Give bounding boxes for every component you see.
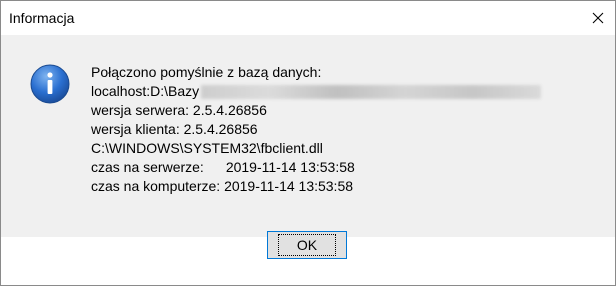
message-text: Połączono pomyślnie z bazą danych: local… [91,63,542,196]
client-time-label: czas na komputerze: [91,178,221,194]
message-line-client-version: wersja klienta: 2.5.4.26856 [91,121,258,137]
dialog-content: Połączono pomyślnie z bazą danych: local… [1,35,615,259]
server-time-value: 2019-11-14 13:53:58 [225,159,355,175]
message-line-connected: Połączono pomyślnie z bazą danych: [91,64,322,80]
dialog-window: Informacja Połączono pomyślnie z bazą da… [0,0,616,286]
dialog-title: Informacja [9,10,75,26]
message-line-client-time: czas na komputerze: 2019-11-14 13:53:58 [91,177,541,196]
ok-button-label: OK [277,234,337,256]
close-button[interactable] [585,5,611,31]
database-path: localhost:D:\Bazy [91,83,200,99]
message-line-server-version: wersja serwera: 2.5.4.26856 [91,102,267,118]
client-time-value: 2019-11-14 13:53:58 [224,178,354,194]
message-line-server-time: czas na serwerze: 2019-11-14 13:53:58 [91,158,541,177]
info-icon [30,64,70,104]
ok-button[interactable]: OK [267,231,347,259]
message-line-database: localhost:D:\Bazy [91,82,542,101]
title-bar[interactable]: Informacja [1,1,615,35]
server-time-label: czas na serwerze: [91,159,204,175]
redacted-path-blur [201,85,542,100]
close-icon [592,12,604,24]
message-line-client-library: C:\WINDOWS\SYSTEM32\fbclient.dll [91,140,323,156]
